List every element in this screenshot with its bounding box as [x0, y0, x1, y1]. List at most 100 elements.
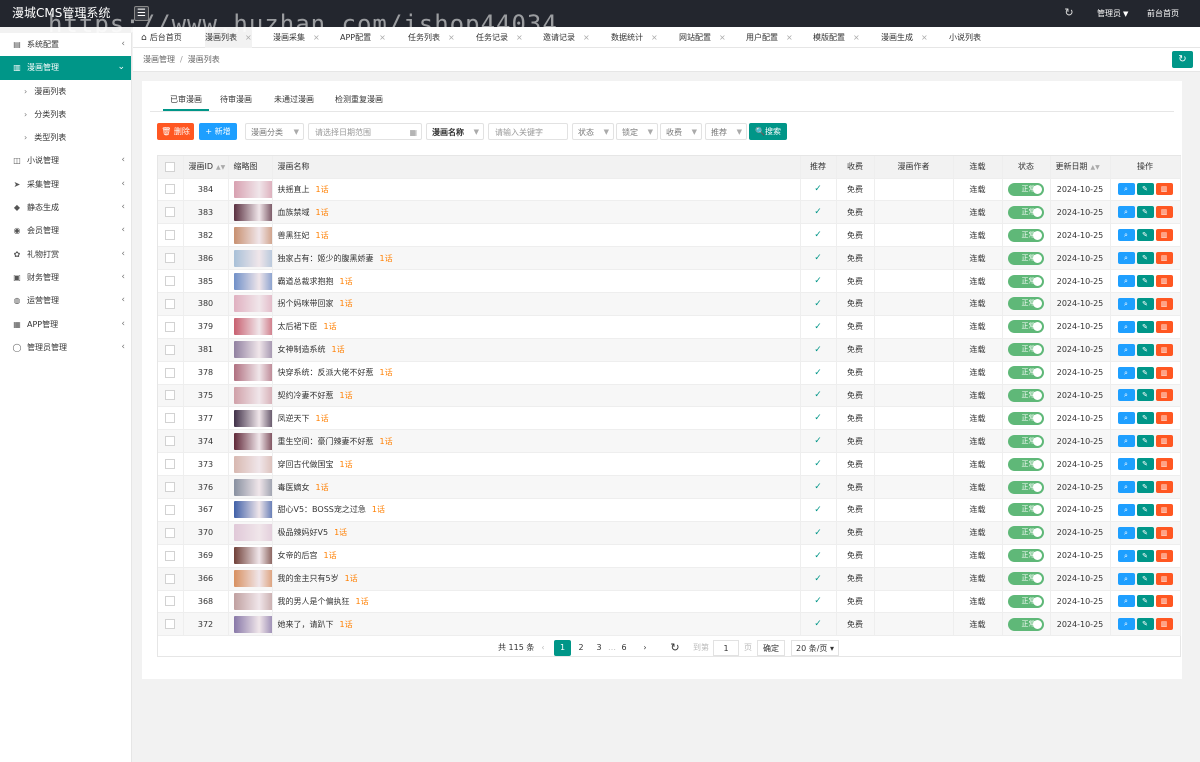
- checkbox[interactable]: [165, 390, 176, 401]
- delete-row-button[interactable]: ▥: [1155, 183, 1173, 196]
- comic-name[interactable]: 女帝的后宫: [278, 551, 318, 560]
- status-toggle[interactable]: 正常: [1008, 549, 1044, 563]
- edit-button[interactable]: ✎: [1136, 343, 1154, 356]
- comic-name[interactable]: 女神制造系统: [278, 345, 326, 354]
- close-icon[interactable]: ×: [448, 33, 455, 42]
- edit-button[interactable]: ✎: [1136, 595, 1154, 608]
- tab-item[interactable]: APP配置 ×: [340, 27, 386, 48]
- view-button[interactable]: ⌕: [1117, 412, 1135, 425]
- edit-button[interactable]: ✎: [1136, 275, 1154, 287]
- delete-row-button[interactable]: ▥: [1155, 297, 1173, 310]
- comic-name[interactable]: 我的男人是个偏执狂: [278, 597, 350, 606]
- table-row[interactable]: 383 血族禁域 1话 ✓ 免费 连载 正常 2024-10-25 ⌕ ✎ ▥: [158, 200, 1181, 225]
- row-checkbox-cell[interactable]: [158, 406, 184, 431]
- view-button[interactable]: ⌕: [1117, 389, 1135, 402]
- add-button[interactable]: + 新增: [199, 123, 237, 140]
- checkbox[interactable]: [165, 253, 176, 264]
- comic-name[interactable]: 极品辣妈好V5: [278, 528, 329, 537]
- delete-row-button[interactable]: ▥: [1155, 435, 1173, 448]
- delete-row-button[interactable]: ▥: [1155, 320, 1173, 333]
- sidebar-item[interactable]: ▥ 漫画管理 ⌄: [0, 56, 131, 80]
- prev-page-button[interactable]: ‹: [537, 640, 549, 656]
- view-button[interactable]: ⌕: [1117, 297, 1135, 310]
- comic-name[interactable]: 重生空间：豪门辣妻不好惹: [278, 437, 374, 446]
- edit-button[interactable]: ✎: [1136, 481, 1154, 494]
- thumbnail-image[interactable]: [233, 592, 271, 610]
- status-toggle[interactable]: 正常: [1008, 343, 1044, 357]
- subtab-duplicate[interactable]: 检测重复漫画: [335, 89, 383, 111]
- delete-row-button[interactable]: ▥: [1155, 572, 1173, 585]
- row-checkbox-cell[interactable]: [158, 475, 184, 499]
- checkbox[interactable]: [165, 619, 176, 630]
- tab-item[interactable]: 模版配置 ×: [813, 27, 860, 48]
- close-icon[interactable]: ×: [786, 33, 793, 42]
- status-toggle[interactable]: 正常: [1008, 205, 1044, 219]
- goto-confirm-button[interactable]: 确定: [757, 640, 785, 656]
- checkbox[interactable]: [165, 527, 176, 538]
- delete-row-button[interactable]: ▥: [1155, 503, 1173, 516]
- comic-name[interactable]: 扶摇直上: [278, 185, 310, 194]
- view-button[interactable]: ⌕: [1117, 366, 1135, 379]
- edit-button[interactable]: ✎: [1136, 183, 1154, 196]
- status-toggle[interactable]: 正常: [1008, 594, 1044, 608]
- comic-name[interactable]: 独家占有：姬少的腹黑娇妻: [278, 254, 374, 263]
- sidebar-item[interactable]: ◯ 管理员管理 ‹: [0, 336, 131, 359]
- sidebar-item[interactable]: ◍ 运营管理 ‹: [0, 289, 131, 312]
- comic-name[interactable]: 她来了，请趴下: [278, 620, 334, 629]
- status-toggle[interactable]: 正常: [1008, 228, 1044, 242]
- comic-name[interactable]: 毒医嫡女: [278, 483, 310, 492]
- lock-select[interactable]: 锁定 ▼: [616, 123, 658, 140]
- thumbnail-image[interactable]: [233, 478, 271, 496]
- close-icon[interactable]: ×: [245, 33, 252, 42]
- row-checkbox-cell[interactable]: [158, 567, 184, 591]
- close-icon[interactable]: ×: [379, 33, 386, 42]
- view-button[interactable]: ⌕: [1117, 481, 1135, 494]
- page-3-button[interactable]: 3: [594, 640, 604, 656]
- thumbnail-image[interactable]: [233, 226, 271, 244]
- view-button[interactable]: ⌕: [1117, 435, 1135, 448]
- page-1-button[interactable]: 1: [554, 640, 571, 656]
- checkbox[interactable]: [165, 161, 176, 172]
- comic-name[interactable]: 凤逆天下: [278, 414, 310, 423]
- thumbnail-image[interactable]: [233, 364, 271, 382]
- view-button[interactable]: ⌕: [1117, 503, 1135, 516]
- delete-row-button[interactable]: ▥: [1155, 229, 1173, 242]
- table-row[interactable]: 368 我的男人是个偏执狂 1话 ✓ 免费 连载 正常 2024-10-25 ⌕ ✎ ▥: [158, 590, 1181, 614]
- comic-name[interactable]: 我的金主只有5岁: [278, 574, 339, 583]
- view-button[interactable]: ⌕: [1117, 320, 1135, 333]
- thumbnail-image[interactable]: [233, 455, 271, 473]
- checkbox[interactable]: [165, 184, 176, 195]
- thumbnail-image[interactable]: [233, 249, 271, 267]
- edit-button[interactable]: ✎: [1136, 206, 1154, 219]
- sidebar-item[interactable]: ◫ 小说管理 ‹: [0, 149, 131, 172]
- date-range-input[interactable]: 请选择日期范围 ▦: [308, 123, 422, 140]
- delete-row-button[interactable]: ▥: [1155, 595, 1173, 608]
- view-button[interactable]: ⌕: [1117, 549, 1135, 562]
- table-row[interactable]: 375 契约冷妻不好惹 1话 ✓ 免费 连载 正常 2024-10-25 ⌕ ✎ ▥: [158, 384, 1181, 408]
- table-row[interactable]: 373 穿回古代做国宝 1话 ✓ 免费 连载 正常 2024-10-25 ⌕ ✎ ▥: [158, 452, 1181, 477]
- checkbox[interactable]: [165, 413, 176, 424]
- hamburger-icon[interactable]: ☰: [134, 6, 149, 21]
- comic-name[interactable]: 拐个妈咪带回家: [278, 299, 334, 308]
- tab-item[interactable]: 小说列表: [949, 27, 981, 48]
- table-row[interactable]: 377 凤逆天下 1话 ✓ 免费 连载 正常 2024-10-25 ⌕ ✎ ▥: [158, 406, 1181, 431]
- table-row[interactable]: 385 霸道总裁求抱抱 1话 ✓ 免费 连载 正常 2024-10-25 ⌕ ✎ ▥: [158, 269, 1181, 293]
- delete-row-button[interactable]: ▥: [1155, 526, 1173, 539]
- close-icon[interactable]: ×: [651, 33, 658, 42]
- row-checkbox-cell[interactable]: [158, 269, 184, 293]
- checkbox[interactable]: [165, 298, 176, 309]
- row-checkbox-cell[interactable]: [158, 315, 184, 339]
- row-checkbox-cell[interactable]: [158, 612, 184, 637]
- edit-button[interactable]: ✎: [1136, 389, 1154, 402]
- status-toggle[interactable]: 正常: [1008, 274, 1044, 288]
- delete-row-button[interactable]: ▥: [1155, 549, 1173, 562]
- thumbnail-image[interactable]: [233, 501, 271, 519]
- view-button[interactable]: ⌕: [1117, 526, 1135, 539]
- row-checkbox-cell[interactable]: [158, 246, 184, 271]
- status-toggle[interactable]: 正常: [1008, 617, 1044, 631]
- delete-row-button[interactable]: ▥: [1155, 458, 1173, 471]
- close-icon[interactable]: ×: [313, 33, 320, 42]
- table-row[interactable]: 378 快穿系统：反派大佬不好惹 1话 ✓ 免费 连载 正常 2024-10-25 ⌕ ✎ ▥: [158, 361, 1181, 385]
- row-checkbox-cell[interactable]: [158, 498, 184, 522]
- sort-icon[interactable]: ▲▼: [216, 164, 225, 171]
